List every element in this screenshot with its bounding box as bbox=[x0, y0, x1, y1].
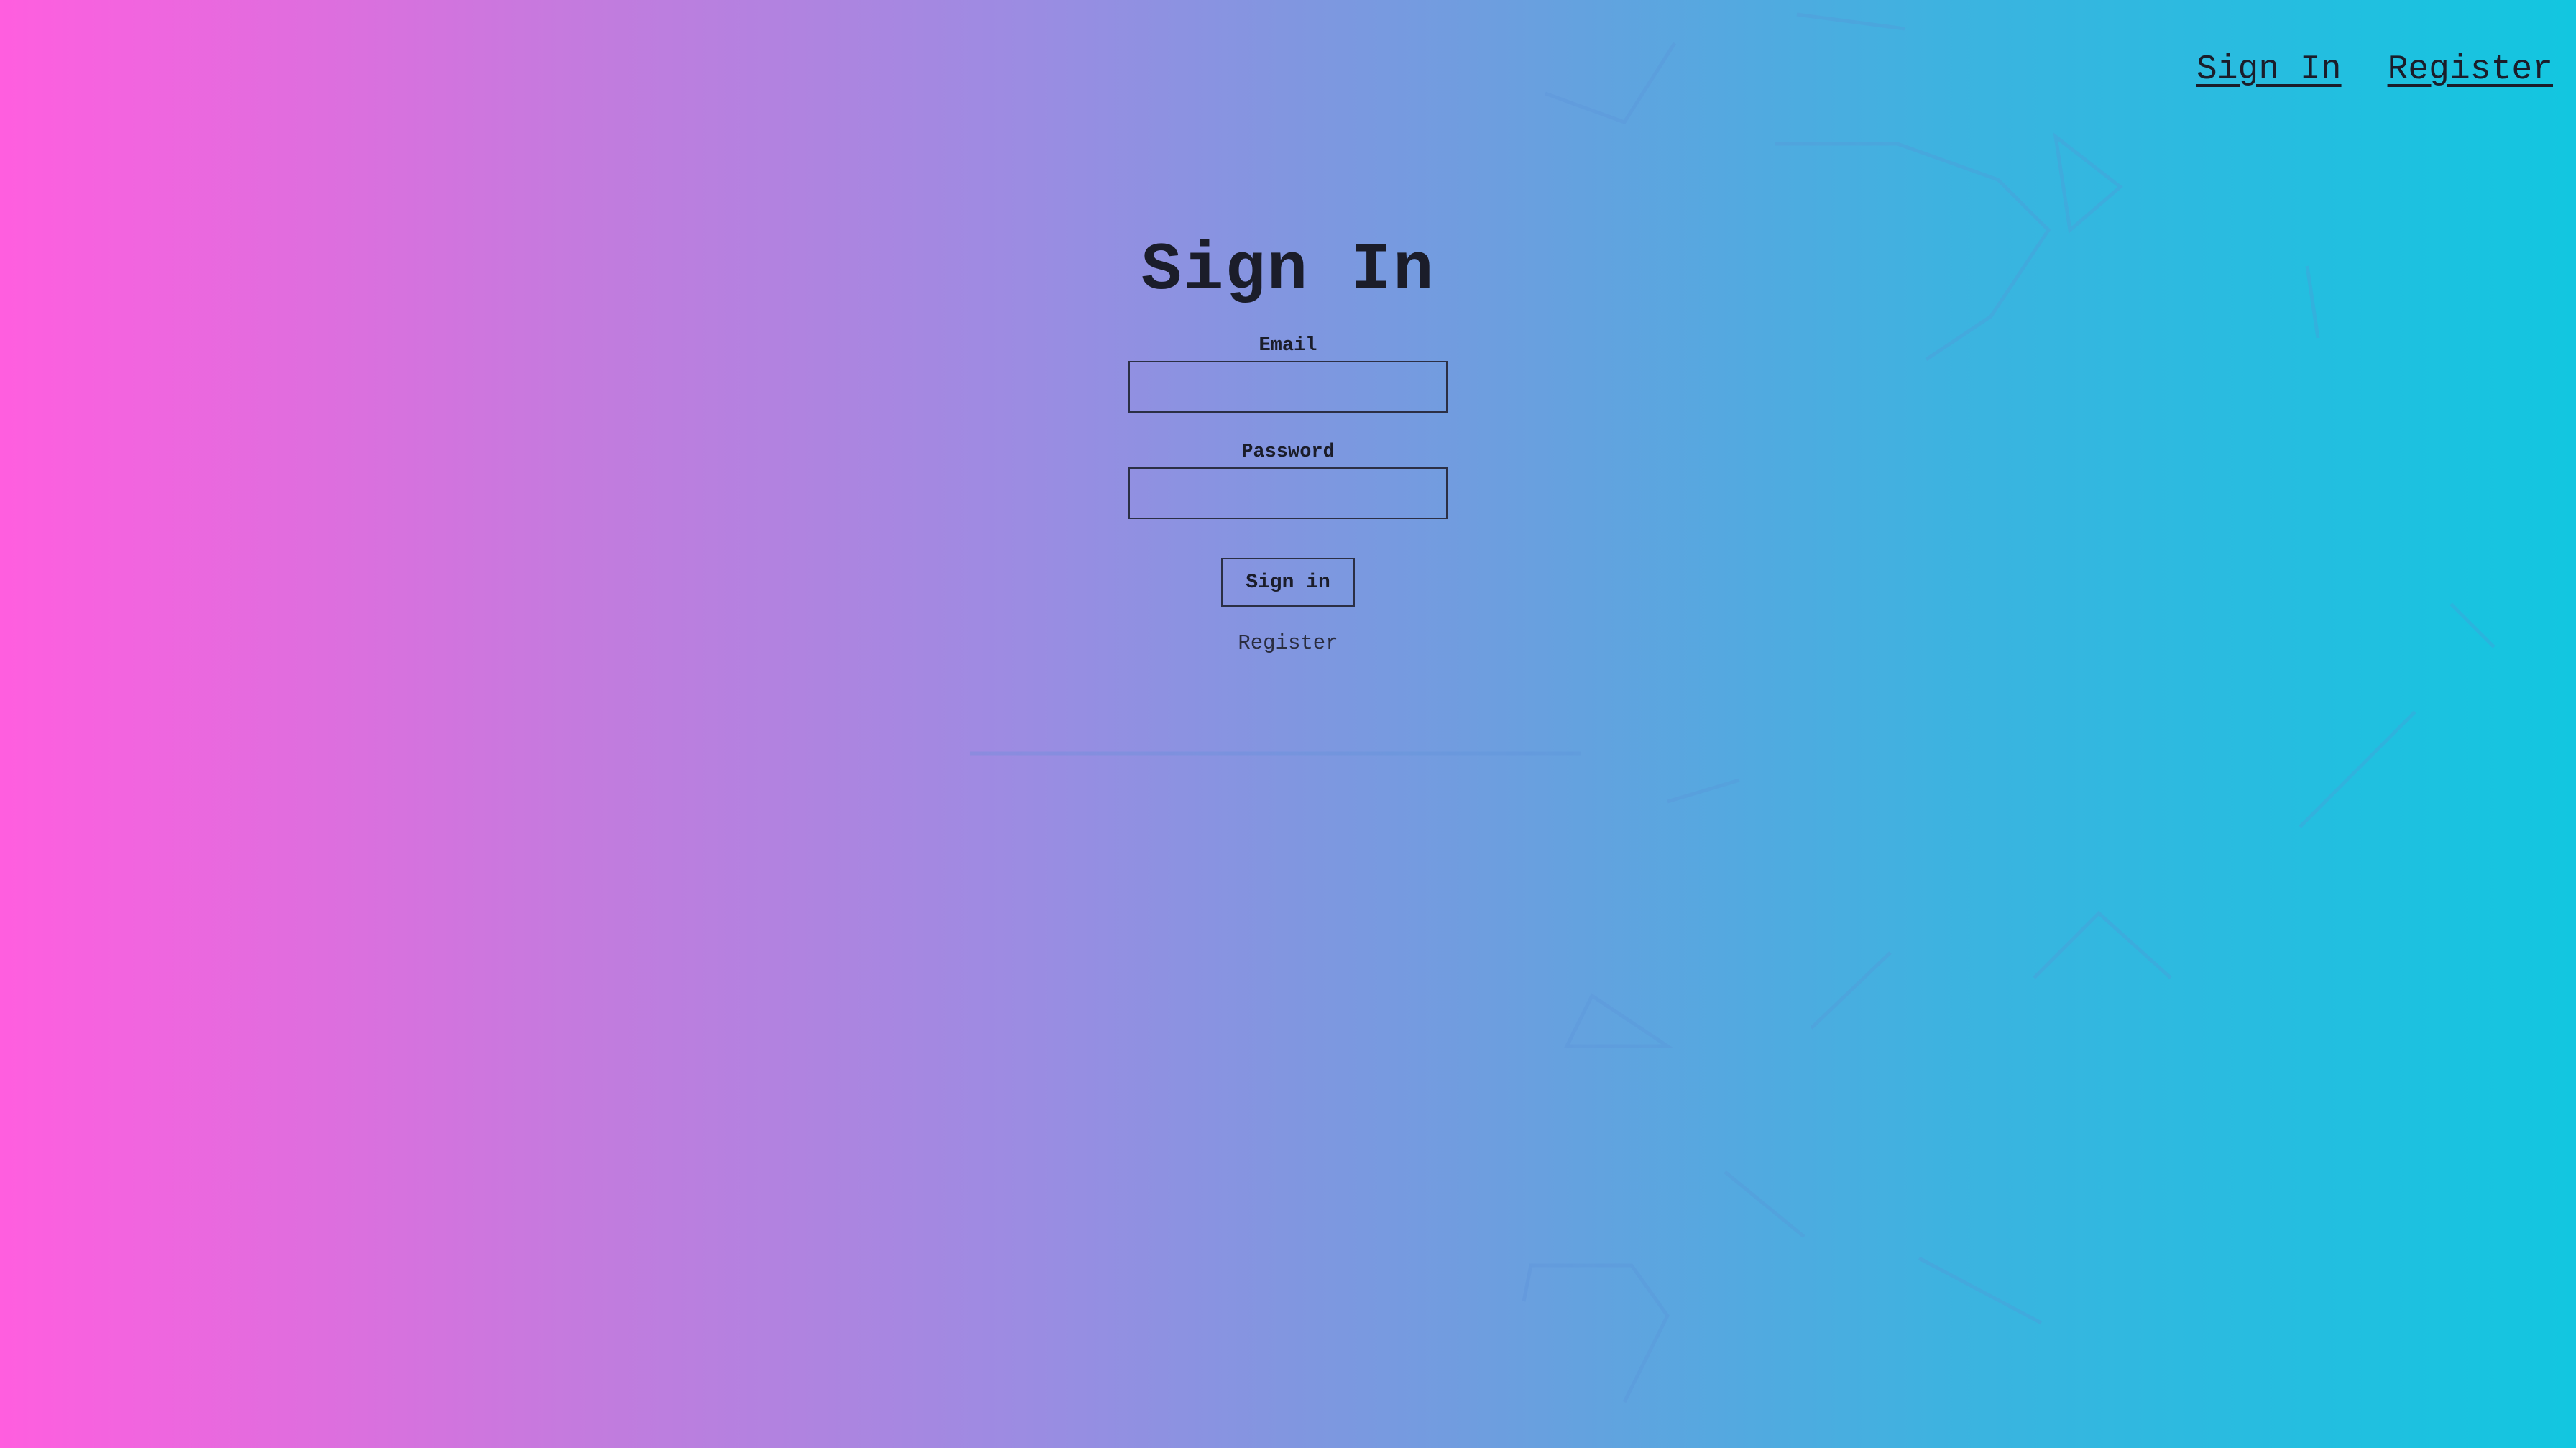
nav-register-link[interactable]: Register bbox=[2388, 50, 2553, 89]
sign-in-button[interactable]: Sign in bbox=[1221, 558, 1355, 607]
password-field[interactable] bbox=[1128, 467, 1448, 519]
password-label: Password bbox=[1241, 441, 1335, 463]
register-link[interactable]: Register bbox=[1238, 631, 1338, 655]
top-nav: Sign In Register bbox=[2196, 50, 2553, 89]
email-label: Email bbox=[1259, 335, 1317, 357]
sign-in-form: Sign In Email Password Sign in Register bbox=[1128, 237, 1448, 655]
nav-sign-in-link[interactable]: Sign In bbox=[2196, 50, 2342, 89]
background-decoration bbox=[970, 12, 2496, 1403]
page-title: Sign In bbox=[1141, 233, 1435, 309]
email-field[interactable] bbox=[1128, 361, 1448, 413]
